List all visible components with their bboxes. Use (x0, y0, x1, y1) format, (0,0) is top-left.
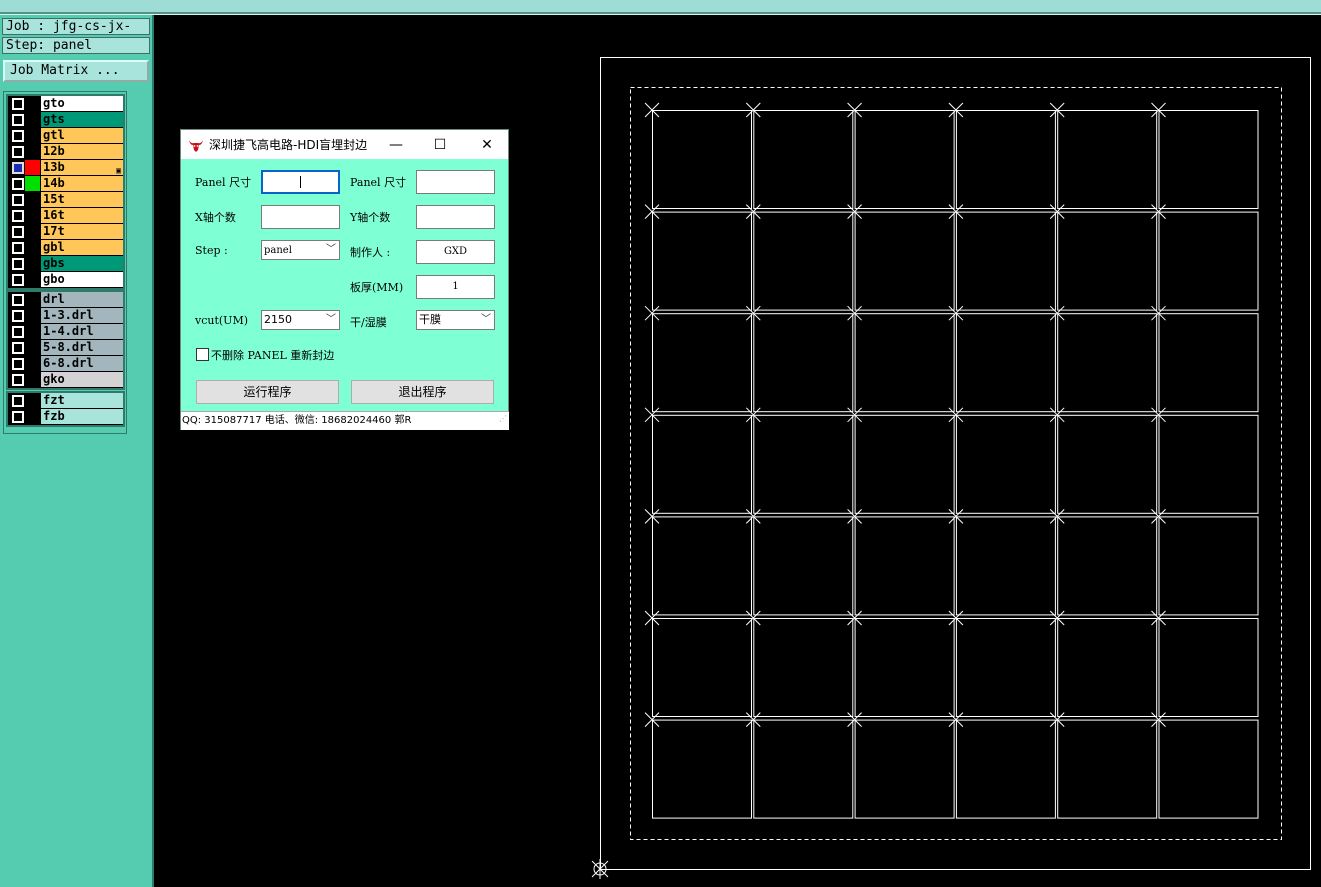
pcb-unit (1158, 313, 1259, 413)
panel-size-label-2: Panel 尺寸 (350, 176, 407, 189)
text-caret (300, 176, 301, 188)
keep-panel-checkbox[interactable] (196, 348, 209, 361)
thickness-label: 板厚(MM) (350, 281, 404, 294)
pcb-unit (652, 313, 752, 413)
pcb-unit (1057, 313, 1158, 413)
close-button[interactable]: ✕ (467, 132, 507, 158)
maximize-button[interactable]: ☐ (420, 132, 460, 158)
pcb-unit (854, 516, 955, 616)
dialog-titlebar[interactable]: 深圳捷飞高电路-HDI盲埋封边 — ☐ ✕ (181, 130, 508, 159)
film-select-value: 干膜 (419, 313, 441, 326)
chevron-down-icon: ﹀ (326, 314, 336, 325)
pcb-unit (1158, 719, 1259, 819)
pcb-unit (1057, 516, 1158, 616)
pcb-unit (955, 719, 1056, 819)
pcb-unit (854, 110, 955, 209)
pcb-unit (955, 618, 1056, 717)
pcb-unit (1057, 414, 1158, 514)
panel-size-label-1: Panel 尺寸 (195, 176, 252, 189)
pcb-unit (854, 414, 955, 514)
film-label: 干/湿膜 (350, 316, 387, 329)
pcb-unit (753, 414, 854, 514)
status-bar: QQ: 315087717 电话、微信: 18682024460 郭R ⋰ (181, 411, 509, 430)
film-select[interactable]: 干膜 ﹀ (416, 310, 495, 330)
pcb-unit (753, 211, 854, 311)
vcut-select-value: 2150 (264, 313, 292, 326)
pcb-unit (753, 516, 854, 616)
pcb-unit (955, 516, 1056, 616)
hdi-edge-dialog: 深圳捷飞高电路-HDI盲埋封边 — ☐ ✕ Panel 尺寸 Panel 尺寸 … (180, 129, 509, 430)
pcb-unit (652, 719, 752, 819)
pcb-unit (652, 516, 752, 616)
maker-label: 制作人 : (350, 246, 391, 259)
pcb-unit (652, 110, 752, 209)
vcut-select[interactable]: 2150 ﹀ (261, 310, 340, 330)
maker-input[interactable]: GXD (416, 240, 495, 264)
pcb-unit (1158, 211, 1259, 311)
pcb-unit (1158, 618, 1259, 717)
step-select[interactable]: panel ﹀ (261, 240, 340, 260)
pcb-unit (955, 211, 1056, 311)
minimize-button[interactable]: — (376, 132, 416, 158)
step-select-value: panel (264, 245, 292, 256)
pcb-unit (652, 414, 752, 514)
x-count-input[interactable] (261, 205, 340, 229)
pcb-unit (753, 313, 854, 413)
pcb-unit (753, 110, 854, 209)
pcb-unit (854, 618, 955, 717)
pcb-unit (854, 211, 955, 311)
pcb-unit (1057, 719, 1158, 819)
pcb-unit (1057, 618, 1158, 717)
pcb-unit (854, 719, 955, 819)
pcb-unit (955, 313, 1056, 413)
pcb-unit (753, 618, 854, 717)
unit-grid (644, 102, 1259, 819)
pcb-unit (1158, 110, 1259, 209)
pcb-unit (1057, 211, 1158, 311)
run-button[interactable]: 运行程序 (196, 380, 339, 404)
chevron-down-icon: ﹀ (326, 244, 336, 255)
y-count-input[interactable] (416, 205, 495, 229)
vcut-label: vcut(UM) (195, 314, 248, 327)
panel-size-input-2[interactable] (416, 170, 495, 194)
panel-size-input-1[interactable] (261, 170, 340, 194)
dialog-title: 深圳捷飞高电路-HDI盲埋封边 (209, 138, 368, 152)
panel-outline (600, 57, 1311, 870)
pcb-unit (854, 313, 955, 413)
y-count-label: Y轴个数 (350, 211, 391, 224)
thickness-input[interactable]: 1 (416, 275, 495, 299)
exit-button[interactable]: 退出程序 (351, 380, 494, 404)
x-count-label: X轴个数 (195, 211, 236, 224)
pcb-unit (652, 211, 752, 311)
pcb-unit (1158, 516, 1259, 616)
pcb-unit (1158, 414, 1259, 514)
keep-panel-checkbox-label[interactable]: 不删除 PANEL 重新封边 (211, 347, 334, 363)
status-text: QQ: 315087717 电话、微信: 18682024460 郭R (182, 415, 412, 426)
pcb-unit (1057, 110, 1158, 209)
step-label: Step : (195, 244, 228, 257)
bull-logo-icon (189, 140, 203, 152)
resize-grip-icon[interactable]: ⋰ (499, 410, 507, 428)
pcb-unit (652, 618, 752, 717)
chevron-down-icon: ﹀ (481, 314, 491, 325)
pcb-unit (753, 719, 854, 819)
pcb-unit (955, 414, 1056, 514)
origin-marker (591, 859, 609, 879)
pcb-unit (955, 110, 1056, 209)
